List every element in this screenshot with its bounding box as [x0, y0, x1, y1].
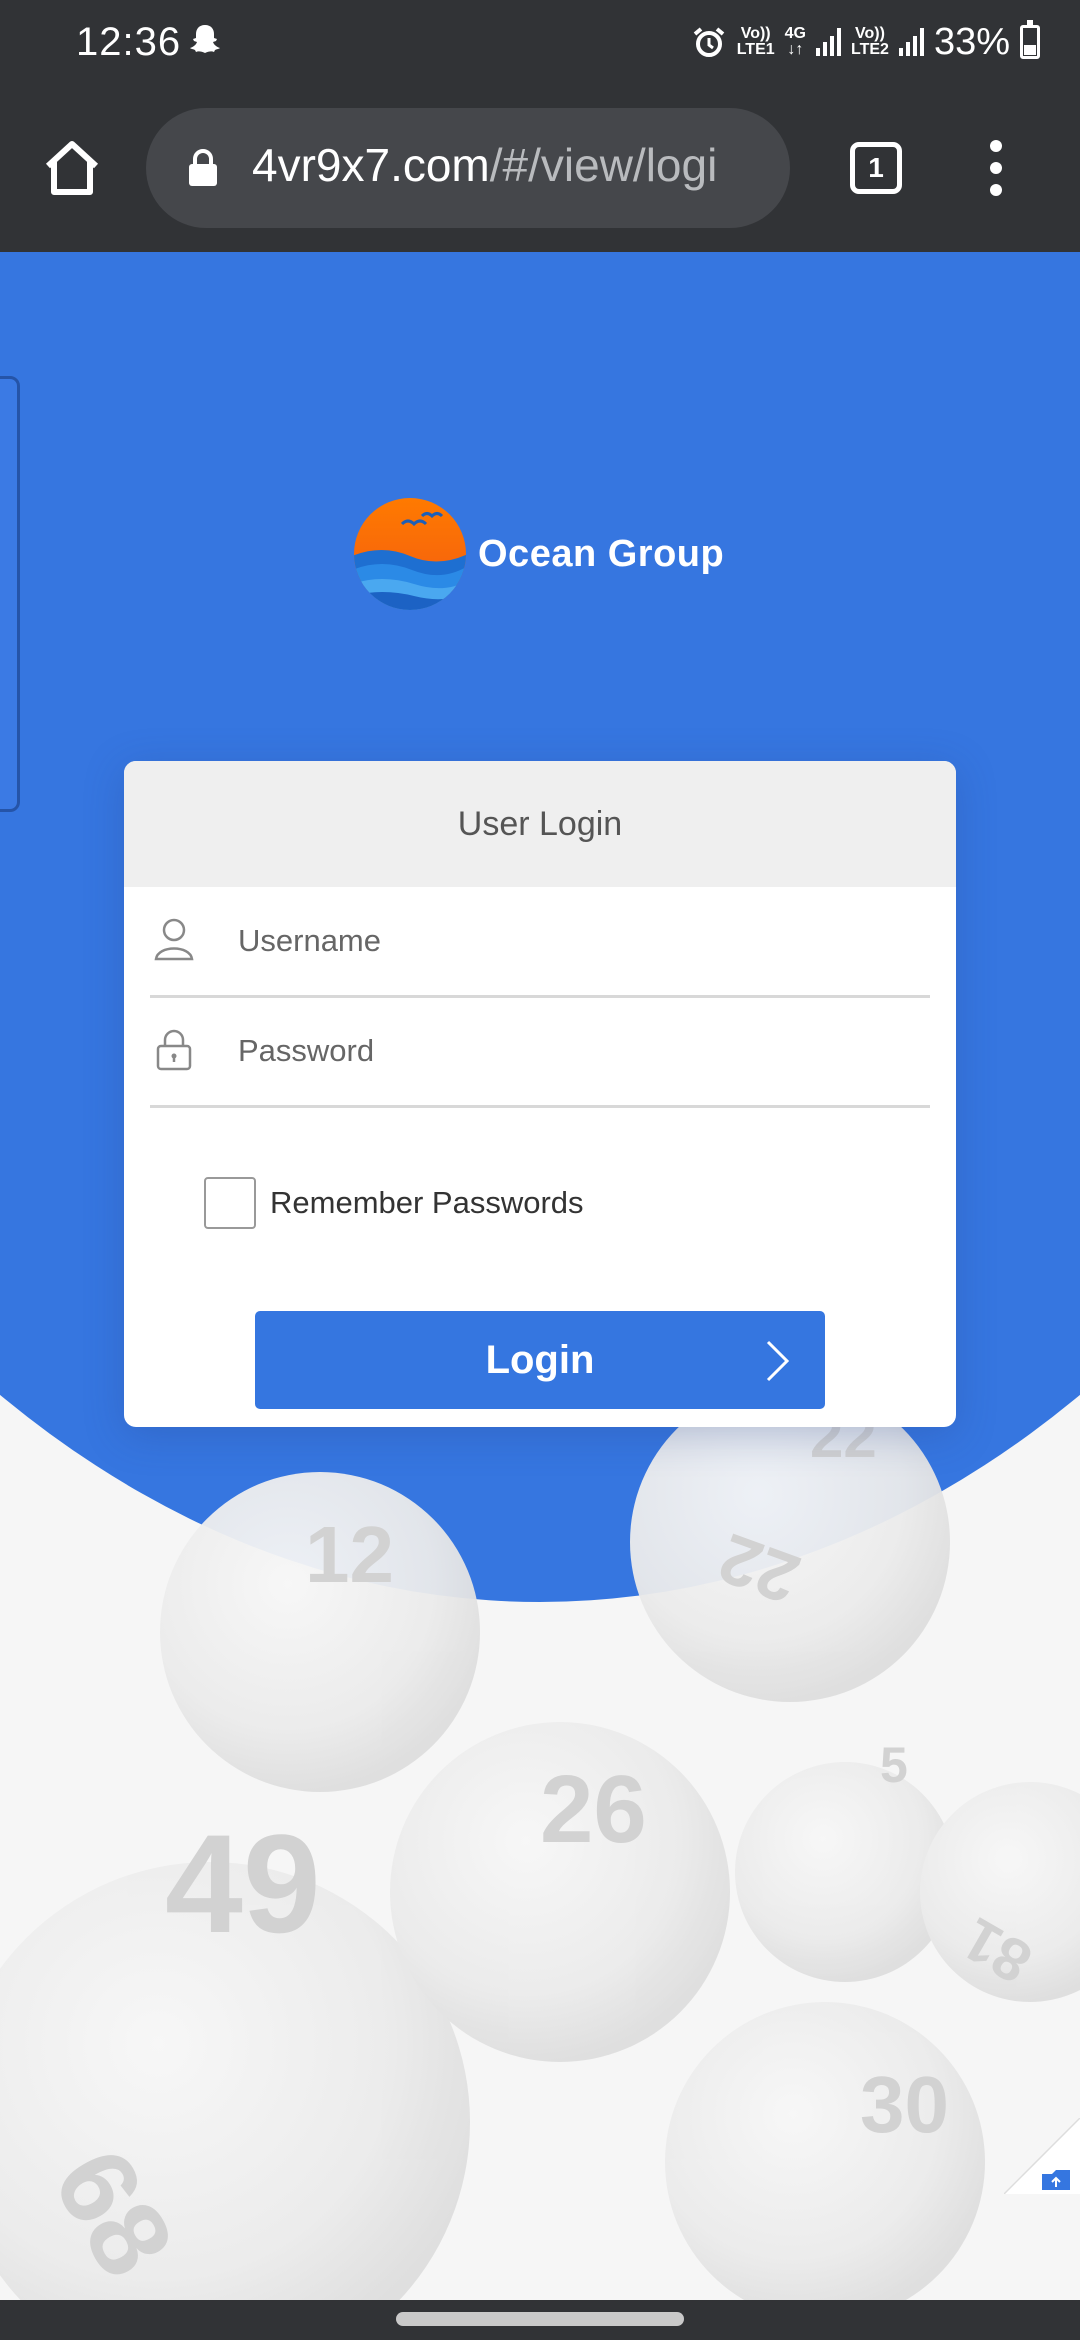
login-card: User Login Remember Passwords Login: [124, 761, 956, 1427]
password-field: [150, 997, 930, 1108]
home-icon[interactable]: [40, 136, 104, 200]
login-button-label: Login: [485, 1337, 595, 1382]
padlock-icon: [156, 1029, 192, 1071]
remember-passwords[interactable]: Remember Passwords: [204, 1177, 584, 1229]
remember-checkbox[interactable]: [204, 1177, 256, 1229]
url-path: /#/view/logi: [489, 139, 718, 191]
brand-logo: Ocean Group: [352, 496, 724, 612]
address-bar[interactable]: 4vr9x7.com/#/view/logi: [146, 108, 790, 228]
status-indicators: Vo)) LTE1 4G ↓↑ Vo)) LTE2 33%: [691, 18, 1040, 66]
browser-toolbar: 4vr9x7.com/#/view/logi 1: [0, 84, 1080, 252]
more-menu-icon[interactable]: [988, 140, 1004, 196]
ball-number: 26: [540, 1756, 647, 1863]
tab-switcher-button[interactable]: 1: [850, 142, 902, 194]
user-icon: [154, 918, 194, 961]
network-type: 4G ↓↑: [784, 25, 806, 58]
username-field: [150, 887, 930, 998]
brand-name: Ocean Group: [478, 532, 725, 575]
url-text: 4vr9x7.com/#/view/logi: [252, 138, 717, 192]
remember-label: Remember Passwords: [270, 1185, 584, 1220]
chevron-right-icon: [766, 1340, 790, 1382]
ball-number: 12: [305, 1510, 394, 1599]
login-page: 12 22 22 49 26 5 30 68 81 Ocean Group Us…: [0, 252, 1080, 2300]
alarm-icon: [693, 27, 724, 57]
ball-number: 30: [860, 2060, 949, 2149]
login-title: User Login: [124, 761, 956, 887]
username-input[interactable]: [236, 905, 900, 977]
url-domain: 4vr9x7.com: [252, 139, 490, 191]
ocean-logo-icon: [354, 498, 466, 610]
ball-number: 49: [165, 1805, 321, 1962]
lock-icon: [189, 149, 217, 186]
sim2-indicator: Vo)) LTE2: [851, 25, 889, 58]
status-bar: 12:36 Vo)) LTE1 4G ↓↑ Vo)) LTE2 33%: [0, 0, 1080, 84]
system-nav-bar: [0, 2300, 1080, 2340]
battery-percent: 33%: [933, 20, 1010, 63]
signal-2-icon: [898, 28, 924, 56]
password-input[interactable]: [236, 1015, 900, 1087]
signal-1-icon: [816, 28, 841, 56]
folder-upload-icon[interactable]: [1004, 2118, 1080, 2194]
status-time: 12:36: [76, 20, 182, 64]
ball-number: 5: [880, 1737, 908, 1793]
snapchat-icon: [190, 25, 220, 53]
side-drawer-handle[interactable]: [0, 376, 20, 812]
login-button[interactable]: Login: [255, 1311, 825, 1409]
home-gesture-handle[interactable]: [396, 2312, 684, 2326]
battery-icon: [1020, 20, 1040, 59]
sim1-indicator: Vo)) LTE1: [736, 25, 775, 58]
